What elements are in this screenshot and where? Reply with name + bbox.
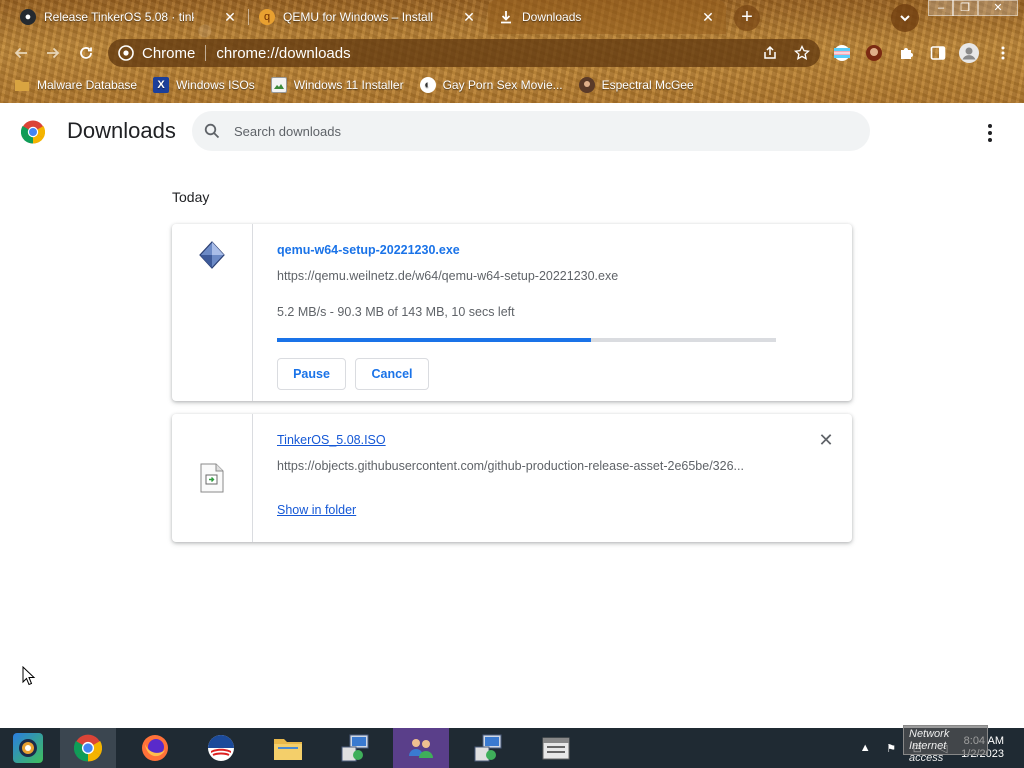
bookmarks-bar: Malware Database X Windows ISOs Windows …: [0, 72, 1024, 98]
avatar-extension-icon[interactable]: [863, 42, 885, 64]
arrow-right-icon: [47, 47, 60, 59]
bookmark-windows-11-installer[interactable]: Windows 11 Installer: [270, 77, 404, 93]
reload-icon: [80, 47, 92, 59]
toolbar: Chrome chrome://downloads: [0, 36, 1024, 70]
taskbar-app-window[interactable]: [528, 728, 584, 768]
dot: [988, 131, 992, 135]
side-panel-icon[interactable]: [927, 42, 949, 64]
minimize-button[interactable]: –: [928, 0, 954, 16]
taskbar-users-app[interactable]: [393, 728, 449, 768]
download-item-tinkeros: TinkerOS_5.08.ISO https://objects.github…: [172, 414, 852, 542]
file-explorer-icon: [274, 739, 302, 760]
arrow-left-icon: [14, 47, 27, 59]
chrome-menu-icon[interactable]: [992, 42, 1014, 64]
search-icon: [204, 123, 220, 139]
reload-button[interactable]: [73, 40, 99, 66]
users-icon: [409, 739, 433, 758]
flag-extension-icon[interactable]: [831, 42, 853, 64]
close-window-button[interactable]: ✕: [978, 0, 1018, 16]
bookmark-windows-isos[interactable]: X Windows ISOs: [153, 77, 255, 93]
bookmark-star-icon[interactable]: [794, 45, 810, 61]
firefox-icon: [142, 735, 168, 761]
taskbar: ▲ ⚑ ⊟ ◁ 8:04 AM 1/2/2023: [0, 728, 1024, 768]
share-icon[interactable]: [762, 45, 778, 61]
document-icon: [200, 463, 224, 493]
start-icon: [13, 733, 43, 763]
remove-from-list-button[interactable]: ✕: [818, 431, 834, 449]
bookmark-site[interactable]: ◐ Gay Porn Sex Movie...: [419, 77, 563, 93]
site-icon: ◐: [419, 77, 436, 93]
network-tooltip: Network Internet access: [903, 725, 988, 764]
close-icon[interactable]: ✕: [461, 9, 477, 25]
downloads-header: Downloads: [0, 103, 1024, 159]
site-chip[interactable]: Chrome: [118, 44, 207, 62]
download-item-qemu: qemu-w64-setup-20221230.exe https://qemu…: [172, 224, 852, 401]
app-window-icon: [542, 737, 570, 760]
file-name-link[interactable]: TinkerOS_5.08.ISO: [277, 433, 386, 447]
forward-button[interactable]: [40, 40, 66, 66]
browser-frame: ● Release TinkerOS 5.08 · tinkeros/ ✕ q …: [0, 0, 1024, 103]
chevron-down-icon: [900, 15, 910, 22]
site-label: Chrome: [142, 44, 196, 62]
taskbar-network-app-1[interactable]: [327, 728, 383, 768]
show-hidden-icons-icon[interactable]: ▲: [857, 742, 873, 754]
dot: [988, 124, 992, 128]
page-title: Downloads: [67, 118, 176, 143]
network-computer-icon: [341, 734, 369, 762]
chrome-icon: [74, 734, 102, 762]
download-status: 5.2 MB/s - 90.3 MB of 143 MB, 10 secs le…: [277, 305, 515, 319]
progress-fill: [277, 338, 592, 342]
file-url: https://objects.githubusercontent.com/gi…: [277, 459, 744, 473]
address-bar[interactable]: Chrome chrome://downloads: [108, 39, 820, 67]
file-icon-column: [172, 414, 253, 542]
file-name-link[interactable]: qemu-w64-setup-20221230.exe: [277, 243, 460, 257]
folder-icon: [14, 77, 30, 93]
new-tab-button[interactable]: +: [734, 5, 760, 31]
taskbar-chrome[interactable]: [60, 728, 116, 768]
image-icon: [270, 77, 287, 93]
pause-button[interactable]: Pause: [277, 358, 346, 390]
qemu-icon: q: [259, 9, 275, 25]
tab-tinkeros-release[interactable]: ● Release TinkerOS 5.08 · tinkeros/ ✕: [10, 0, 248, 34]
x-logo-icon: X: [153, 77, 170, 93]
github-icon: ●: [20, 9, 36, 25]
tab-strip: ● Release TinkerOS 5.08 · tinkeros/ ✕ q …: [0, 0, 1024, 34]
tab-qemu-installers[interactable]: q QEMU for Windows – Installers ( ✕: [249, 0, 487, 34]
more-actions-button[interactable]: [978, 121, 1002, 145]
installer-icon: [199, 241, 225, 269]
download-icon: [498, 9, 514, 25]
profile-icon[interactable]: [958, 42, 980, 64]
mouse-cursor-icon: [22, 666, 36, 686]
show-in-folder-link[interactable]: Show in folder: [277, 503, 356, 517]
tab-downloads[interactable]: Downloads ✕: [488, 0, 726, 34]
cancel-button[interactable]: Cancel: [355, 358, 429, 390]
network-computer-icon: [474, 734, 502, 762]
progress-bar: [277, 338, 776, 342]
close-icon[interactable]: ✕: [700, 9, 716, 25]
obama-logo-icon: [208, 735, 234, 761]
restore-button[interactable]: ❐: [952, 0, 978, 16]
taskbar-firefox[interactable]: [127, 728, 183, 768]
close-icon[interactable]: ✕: [222, 9, 238, 25]
taskbar-file-explorer[interactable]: [260, 728, 316, 768]
taskbar-network-app-2[interactable]: [460, 728, 516, 768]
chrome-logo-icon: [21, 120, 45, 144]
back-button[interactable]: [8, 40, 34, 66]
action-center-flag-icon[interactable]: ⚑: [883, 742, 899, 755]
bookmark-malware-database[interactable]: Malware Database: [14, 77, 137, 93]
chrome-icon: [118, 45, 134, 61]
file-url: https://qemu.weilnetz.de/w64/qemu-w64-se…: [277, 269, 619, 283]
file-icon-column: [172, 224, 253, 401]
avatar-icon: [578, 77, 595, 93]
date-heading: Today: [172, 189, 210, 205]
bookmark-espectral-mcgee[interactable]: Espectral McGee: [578, 77, 694, 93]
start-button[interactable]: [0, 728, 56, 768]
url-text[interactable]: chrome://downloads: [206, 45, 350, 62]
search-input[interactable]: [234, 123, 834, 139]
dot: [988, 138, 992, 142]
taskbar-app-obama[interactable]: [193, 728, 249, 768]
puzzle-icon[interactable]: [895, 42, 917, 64]
search-box[interactable]: [192, 111, 870, 151]
tab-search-button[interactable]: [891, 4, 919, 32]
